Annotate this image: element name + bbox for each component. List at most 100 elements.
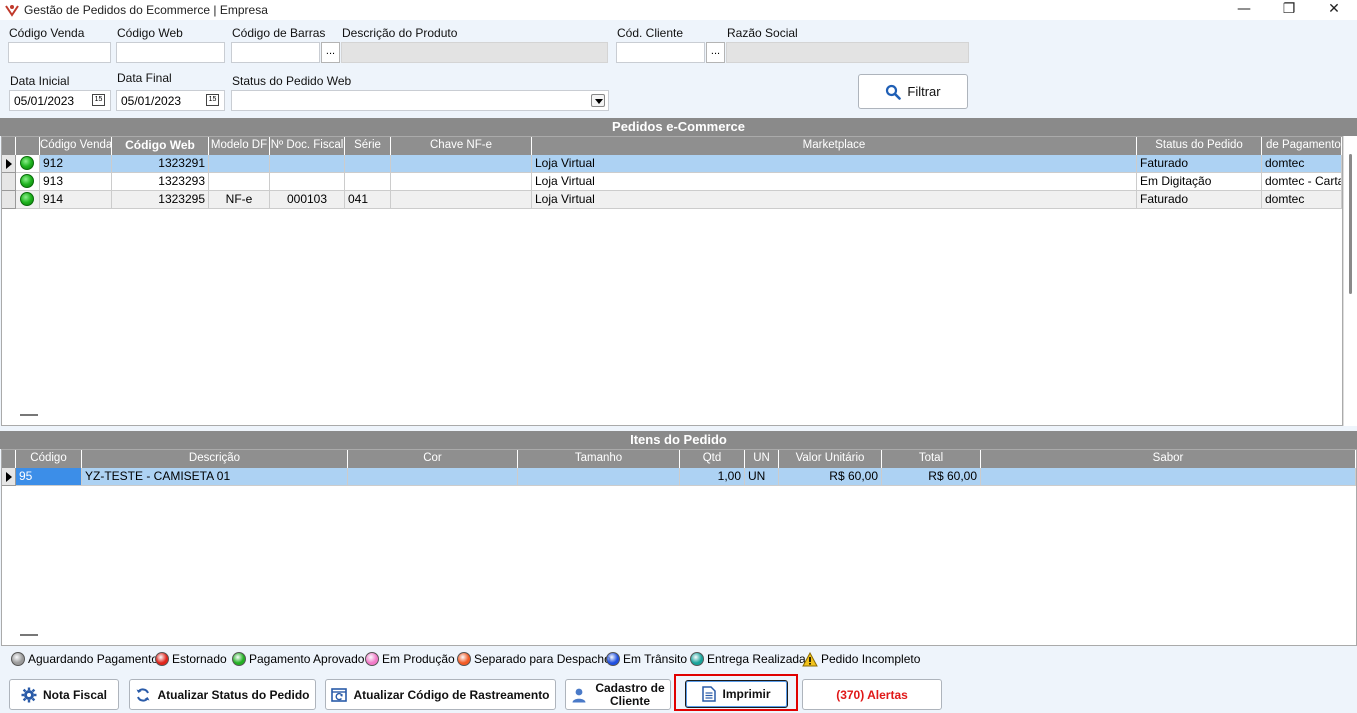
cell-doc-fiscal: 000103 bbox=[270, 191, 345, 209]
cell-total: R$ 60,00 bbox=[882, 468, 981, 486]
status-dot-icon bbox=[20, 174, 34, 188]
atualizar-status-button[interactable]: Atualizar Status do Pedido bbox=[129, 679, 316, 710]
atualizar-rastreamento-button[interactable]: Atualizar Código de Rastreamento bbox=[325, 679, 556, 710]
col-sabor[interactable]: Sabor bbox=[981, 450, 1356, 468]
legend-item: Separado para Despacho bbox=[457, 651, 611, 667]
cell-serie: 041 bbox=[345, 191, 391, 209]
col-descricao[interactable]: Descrição bbox=[82, 450, 348, 468]
status-pedido-select[interactable] bbox=[231, 90, 609, 111]
codigo-web-input[interactable] bbox=[116, 42, 225, 63]
filtrar-label: Filtrar bbox=[907, 84, 941, 99]
col-un[interactable]: UN bbox=[745, 450, 779, 468]
legend-label: Pedido Incompleto bbox=[821, 652, 921, 666]
col-pagamento[interactable]: de Pagamento V bbox=[1262, 137, 1342, 155]
cell-chave bbox=[391, 191, 532, 209]
vertical-scrollbar[interactable] bbox=[1343, 136, 1357, 426]
descricao-produto-label: Descrição do Produto bbox=[342, 26, 458, 40]
cod-cliente-input[interactable] bbox=[616, 42, 705, 63]
cell-doc-fiscal bbox=[270, 155, 345, 173]
current-row-indicator bbox=[2, 468, 16, 486]
data-final-value: 05/01/2023 bbox=[121, 94, 182, 108]
codigo-barras-label: Código de Barras bbox=[232, 26, 326, 40]
legend-label: Aguardando Pagamento bbox=[28, 652, 159, 666]
window-title: Gestão de Pedidos do Ecommerce | Empresa bbox=[24, 3, 268, 17]
cod-cliente-label: Cód. Cliente bbox=[617, 26, 684, 40]
status-cell bbox=[16, 155, 40, 173]
table-row[interactable]: 913 1323293 Loja Virtual Em Digitação do… bbox=[2, 173, 1342, 191]
col-serie[interactable]: Série bbox=[345, 137, 391, 155]
legend-dot-icon bbox=[457, 652, 471, 666]
razao-social-input bbox=[726, 42, 969, 63]
legend-label: Entrega Realizada bbox=[707, 652, 806, 666]
nota-fiscal-label: Nota Fiscal bbox=[42, 687, 108, 702]
col-codigo-web[interactable]: Código Web bbox=[112, 137, 209, 155]
maximize-button[interactable]: ❐ bbox=[1266, 0, 1312, 20]
cell-marketplace: Loja Virtual bbox=[532, 173, 1137, 191]
chevron-down-icon[interactable] bbox=[591, 94, 605, 107]
horizontal-scrollbar[interactable] bbox=[20, 414, 38, 416]
items-section-title: Itens do Pedido bbox=[0, 431, 1357, 449]
user-icon bbox=[572, 688, 586, 702]
cell-modelo-df bbox=[209, 155, 270, 173]
filtrar-button[interactable]: Filtrar bbox=[858, 74, 968, 109]
col-tamanho[interactable]: Tamanho bbox=[518, 450, 680, 468]
scrollbar-thumb[interactable] bbox=[1349, 154, 1352, 294]
col-codigo[interactable]: Código bbox=[16, 450, 82, 468]
nota-fiscal-button[interactable]: Nota Fiscal bbox=[9, 679, 119, 710]
produto-lookup-button[interactable]: ... bbox=[321, 42, 340, 63]
codigo-barras-input[interactable] bbox=[231, 42, 320, 63]
cliente-lookup-button[interactable]: ... bbox=[706, 42, 725, 63]
cell-codigo-venda: 912 bbox=[40, 155, 112, 173]
table-row[interactable]: 95 YZ-TESTE - CAMISETA 01 1,00 UN R$ 60,… bbox=[2, 468, 1356, 486]
col-modelo-df[interactable]: Modelo DF bbox=[209, 137, 270, 155]
legend-item: Pagamento Aprovado bbox=[232, 651, 364, 667]
cell-pagamento: domtec bbox=[1262, 191, 1342, 209]
cell-modelo-df bbox=[209, 173, 270, 191]
alertas-label: (370) Alertas bbox=[836, 687, 908, 702]
table-row[interactable]: 914 1323295 NF-e 000103 041 Loja Virtual… bbox=[2, 191, 1342, 209]
items-grid[interactable]: Código Descrição Cor Tamanho Qtd UN Valo… bbox=[1, 449, 1357, 646]
title-bar: Gestão de Pedidos do Ecommerce | Empresa… bbox=[0, 0, 1357, 20]
calendar-icon[interactable]: 15 bbox=[206, 94, 219, 106]
cell-un: UN bbox=[745, 468, 779, 486]
calendar-icon[interactable]: 15 bbox=[92, 94, 105, 106]
data-final-label: Data Final bbox=[117, 71, 172, 85]
legend-item: Em Trânsito bbox=[606, 651, 687, 667]
col-doc-fiscal[interactable]: Nº Doc. Fiscal bbox=[270, 137, 345, 155]
horizontal-scrollbar[interactable] bbox=[20, 634, 38, 636]
legend-label: Estornado bbox=[172, 652, 227, 666]
codigo-venda-input[interactable] bbox=[8, 42, 111, 63]
cadastro-cliente-label-line2: Cliente bbox=[609, 693, 650, 708]
col-codigo-venda[interactable]: Código Venda bbox=[40, 137, 112, 155]
legend-label: Pagamento Aprovado bbox=[249, 652, 365, 666]
col-cor[interactable]: Cor bbox=[348, 450, 518, 468]
col-chave-nfe[interactable]: Chave NF-e bbox=[391, 137, 532, 155]
minimize-button[interactable]: — bbox=[1221, 0, 1267, 20]
cell-codigo-web: 1323291 bbox=[112, 155, 209, 173]
atualizar-rastreamento-label: Atualizar Código de Rastreamento bbox=[353, 687, 550, 702]
legend-dot-icon bbox=[690, 652, 704, 666]
imprimir-button[interactable]: Imprimir bbox=[685, 680, 788, 708]
cell-serie bbox=[345, 173, 391, 191]
descricao-produto-input bbox=[341, 42, 608, 63]
cell-valor-unitario: R$ 60,00 bbox=[779, 468, 882, 486]
cell-codigo: 95 bbox=[16, 468, 82, 486]
col-total[interactable]: Total bbox=[882, 450, 981, 468]
close-button[interactable]: ✕ bbox=[1311, 0, 1357, 20]
warning-icon bbox=[802, 651, 818, 666]
alertas-button[interactable]: (370) Alertas bbox=[802, 679, 942, 710]
legend-dot-icon bbox=[11, 652, 25, 666]
col-status-pedido[interactable]: Status do Pedido bbox=[1137, 137, 1262, 155]
table-row[interactable]: 912 1323291 Loja Virtual Faturado domtec bbox=[2, 155, 1342, 173]
orders-grid[interactable]: Código Venda Código Web Modelo DF Nº Doc… bbox=[1, 136, 1343, 426]
cell-serie bbox=[345, 155, 391, 173]
data-inicial-value: 05/01/2023 bbox=[14, 94, 75, 108]
cell-doc-fiscal bbox=[270, 173, 345, 191]
col-valor-unitario[interactable]: Valor Unitário bbox=[779, 450, 882, 468]
cell-codigo-venda: 913 bbox=[40, 173, 112, 191]
cadastro-cliente-label-line1: Cadastro de bbox=[595, 680, 665, 695]
col-marketplace[interactable]: Marketplace bbox=[532, 137, 1137, 155]
cadastro-cliente-button[interactable]: Cadastro de Cliente bbox=[565, 679, 671, 710]
cell-status: Faturado bbox=[1137, 191, 1262, 209]
col-qtd[interactable]: Qtd bbox=[680, 450, 745, 468]
